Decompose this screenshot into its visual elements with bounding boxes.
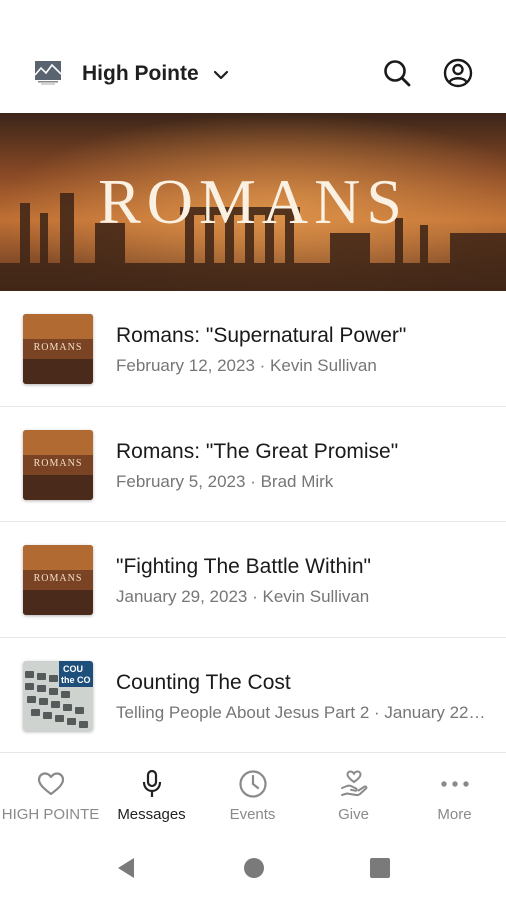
- tab-label: Events: [229, 806, 276, 823]
- church-logo-icon[interactable]: [34, 60, 62, 86]
- back-triangle-icon: [118, 858, 134, 878]
- tab-more[interactable]: More: [404, 753, 505, 837]
- recents-square-icon: [370, 858, 390, 878]
- list-item[interactable]: COU the CO Counting The Cost Telling Peo…: [0, 638, 506, 753]
- message-subtitle: February 5, 2023 · Brad Mirk: [116, 471, 334, 491]
- account-icon: [443, 58, 473, 88]
- message-subtitle: January 29, 2023 · Kevin Sullivan: [116, 587, 370, 606]
- more-dots-icon: [440, 769, 470, 799]
- recents-button[interactable]: [366, 854, 394, 882]
- list-item[interactable]: ROMANS Romans: "Supernatural Power" Febr…: [0, 291, 506, 407]
- chevron-down-icon[interactable]: [210, 64, 232, 86]
- heart-icon: [36, 769, 66, 799]
- message-thumbnail: ROMANS: [23, 545, 93, 615]
- home-button[interactable]: [240, 854, 268, 882]
- search-button[interactable]: [380, 56, 414, 90]
- account-button[interactable]: [441, 56, 475, 90]
- message-title: "Fighting The Battle Within": [116, 555, 371, 578]
- bottom-navigation: HIGH POINTE Messages Events Give More: [0, 752, 506, 836]
- thumbnail-text-line-2: the CO: [61, 674, 91, 685]
- home-circle-icon: [244, 858, 264, 878]
- list-item[interactable]: ROMANS Romans: "The Great Promise" Febru…: [0, 407, 506, 522]
- message-thumbnail: ROMANS: [23, 314, 93, 384]
- thumbnail-caption: ROMANS: [33, 342, 83, 353]
- series-title: ROMANS: [98, 166, 408, 237]
- message-title: Counting The Cost: [116, 670, 291, 694]
- message-subtitle: Telling People About Jesus Part 2 · Janu…: [116, 702, 486, 722]
- series-banner[interactable]: ROMANS: [0, 113, 506, 291]
- tab-label: HIGH POINTE: [1, 806, 100, 823]
- tab-events[interactable]: Events: [202, 753, 303, 837]
- tab-label: Give: [338, 806, 369, 823]
- tab-label: More: [437, 806, 472, 823]
- message-thumbnail: ROMANS: [23, 429, 93, 500]
- message-list: ROMANS Romans: "Supernatural Power" Febr…: [0, 291, 506, 753]
- tab-messages[interactable]: Messages: [101, 753, 202, 837]
- list-item[interactable]: ROMANS "Fighting The Battle Within" Janu…: [0, 522, 506, 638]
- message-thumbnail: COU the CO: [23, 660, 93, 731]
- microphone-icon: [137, 769, 167, 799]
- app-bar: High Pointe: [0, 0, 506, 113]
- message-title: Romans: "The Great Promise": [116, 439, 399, 463]
- thumbnail-caption: ROMANS: [33, 573, 83, 584]
- thumbnail-caption: ROMANS: [33, 457, 83, 469]
- message-subtitle: February 12, 2023 · Kevin Sullivan: [116, 356, 377, 375]
- church-name[interactable]: High Pointe: [82, 62, 199, 86]
- search-icon: [384, 60, 411, 87]
- tab-label: Messages: [117, 806, 186, 823]
- tab-give[interactable]: Give: [303, 753, 404, 837]
- system-navigation-bar: [0, 836, 506, 900]
- give-hand-icon: [339, 769, 369, 799]
- clock-icon: [238, 769, 268, 799]
- back-button[interactable]: [112, 854, 140, 882]
- thumbnail-text-line-1: COU: [63, 663, 83, 674]
- message-title: Romans: "Supernatural Power": [116, 324, 407, 347]
- tab-high-pointe[interactable]: HIGH POINTE: [0, 753, 101, 837]
